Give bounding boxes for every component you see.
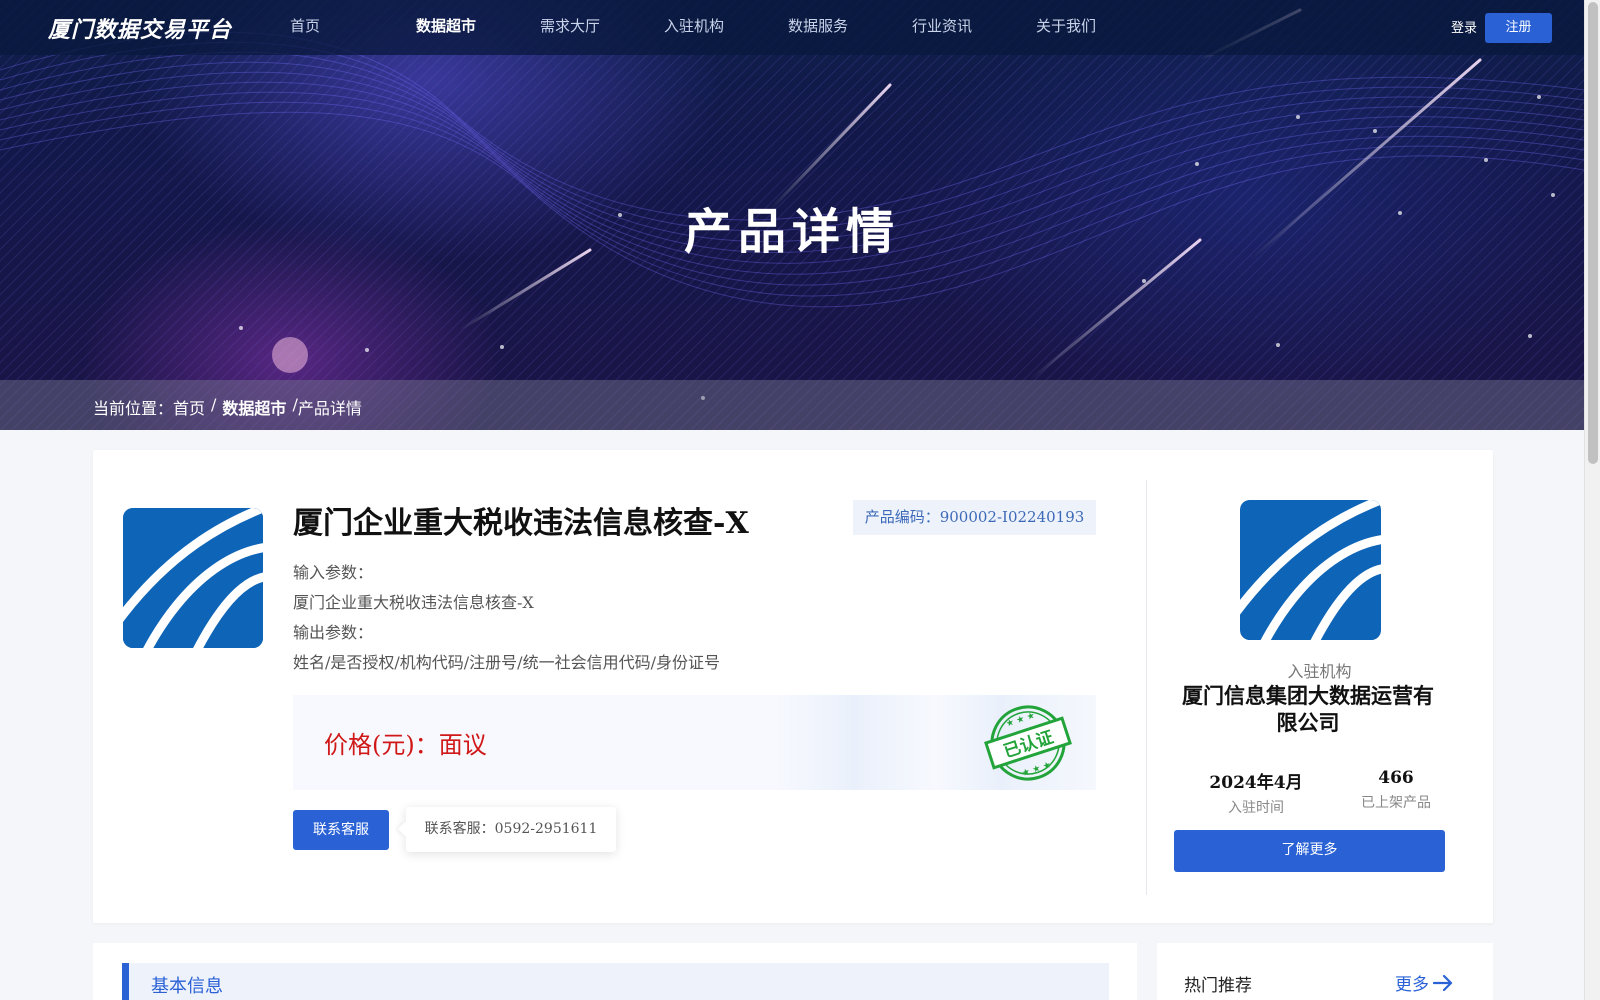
organization-label: 入驻机构 — [1287, 662, 1352, 681]
organization-stats: 2024年4月 入驻时间 466 已上架产品 — [1191, 768, 1461, 817]
products-count-value: 466 — [1378, 768, 1414, 788]
scrollbar-thumb[interactable] — [1588, 2, 1598, 464]
svg-text:★ ★ ★: ★ ★ ★ — [1021, 760, 1053, 779]
nav-item-institutions[interactable]: 入驻机构 — [632, 0, 756, 55]
contact-support-tooltip: 联系客服：0592-2951611 — [406, 807, 616, 852]
contact-tip-label: 联系客服： — [424, 821, 495, 837]
product-code-badge: 产品编码：900002-I02240193 — [853, 500, 1096, 535]
hot-recommend-title: 热门推荐 — [1184, 976, 1252, 996]
arrow-right-icon — [1433, 974, 1453, 991]
breadcrumb-prefix: 当前位置： — [93, 399, 174, 418]
hero-banner: 厦门数据交易平台 首页 数据超市 需求大厅 入驻机构 数据服务 行业资讯 关于我… — [0, 0, 1584, 430]
page-scrollbar[interactable] — [1584, 0, 1600, 1000]
output-params-value: 姓名/是否授权/机构代码/注册号/统一社会信用代码/身份证号 — [293, 653, 720, 672]
more-link-label: 更多 — [1395, 975, 1429, 995]
price-label: 价格(元)： — [324, 731, 439, 759]
contact-tip-phone: 0592-2951611 — [494, 821, 598, 837]
certified-stamp-icon: 已认证 ★ ★ ★ ★ ★ ★ — [984, 705, 1072, 781]
vertical-divider — [1146, 480, 1147, 895]
products-count-label: 已上架产品 — [1361, 795, 1431, 811]
input-params-value: 厦门企业重大税收违法信息核查-X — [293, 593, 534, 612]
top-navigation-bar: 厦门数据交易平台 首页 数据超市 需求大厅 入驻机构 数据服务 行业资讯 关于我… — [0, 0, 1584, 55]
basic-info-panel: 基本信息 — [93, 943, 1137, 1000]
basic-info-title: 基本信息 — [151, 976, 223, 997]
stat-join-time: 2024年4月 入驻时间 — [1191, 768, 1321, 817]
login-link[interactable]: 登录 — [1451, 17, 1477, 36]
nav-item-data-services[interactable]: 数据服务 — [756, 0, 880, 55]
breadcrumb-home[interactable]: 首页 — [173, 395, 205, 419]
breadcrumb-data-market[interactable]: 数据超市 — [222, 395, 286, 419]
product-code-label: 产品编码： — [864, 508, 940, 526]
nav-item-about-us[interactable]: 关于我们 — [1004, 0, 1128, 55]
nav-item-demand-hall[interactable]: 需求大厅 — [508, 0, 632, 55]
hot-recommend-panel: 热门推荐 更多 — [1157, 943, 1493, 1000]
breadcrumb-current: 产品详情 — [297, 399, 362, 418]
nav-item-home[interactable]: 首页 — [290, 0, 320, 55]
nav-item-industry-news[interactable]: 行业资讯 — [880, 0, 1004, 55]
breadcrumb-bar: 当前位置： 首页 / 数据超市 / 产品详情 — [0, 380, 1584, 430]
breadcrumb-separator: / — [211, 395, 217, 414]
input-params-label: 输入参数： — [293, 563, 374, 582]
register-button[interactable]: 注册 — [1485, 13, 1552, 43]
nav-menu: 首页 数据超市 需求大厅 入驻机构 数据服务 行业资讯 关于我们 — [290, 0, 1128, 55]
basic-info-header: 基本信息 — [122, 963, 1109, 1000]
learn-more-button[interactable]: 了解更多 — [1174, 830, 1445, 872]
join-time-label: 入驻时间 — [1228, 800, 1284, 816]
more-link[interactable]: 更多 — [1395, 970, 1453, 995]
product-code-value: 900002-I02240193 — [939, 508, 1085, 526]
price-box: 价格(元)：面议 已认证 ★ ★ ★ ★ ★ ★ — [293, 695, 1096, 790]
page-title: 产品详情 — [683, 204, 900, 260]
product-parameters: 输入参数： 厦门企业重大税收违法信息核查-X 输出参数： 姓名/是否授权/机构代… — [293, 558, 720, 678]
nav-item-data-market[interactable]: 数据超市 — [384, 0, 508, 55]
price-value: 面议 — [438, 731, 487, 759]
organization-logo-icon[interactable] — [1240, 500, 1381, 640]
product-logo-icon — [123, 508, 263, 648]
output-params-label: 输出参数： — [293, 623, 374, 642]
product-detail-card: 厦门企业重大税收违法信息核查-X 产品编码：900002-I02240193 输… — [93, 450, 1493, 923]
site-logo[interactable]: 厦门数据交易平台 — [48, 12, 232, 44]
price: 价格(元)：面议 — [324, 725, 487, 760]
breadcrumb: 当前位置： 首页 / 数据超市 / 产品详情 — [93, 395, 368, 419]
contact-support-button[interactable]: 联系客服 — [293, 810, 389, 850]
stat-products: 466 已上架产品 — [1331, 768, 1461, 817]
join-time-value: 2024年4月 — [1209, 773, 1303, 793]
organization-name[interactable]: 厦门信息集团大数据运营有限公司 — [1173, 682, 1443, 736]
product-title: 厦门企业重大税收违法信息核查-X — [293, 506, 749, 541]
